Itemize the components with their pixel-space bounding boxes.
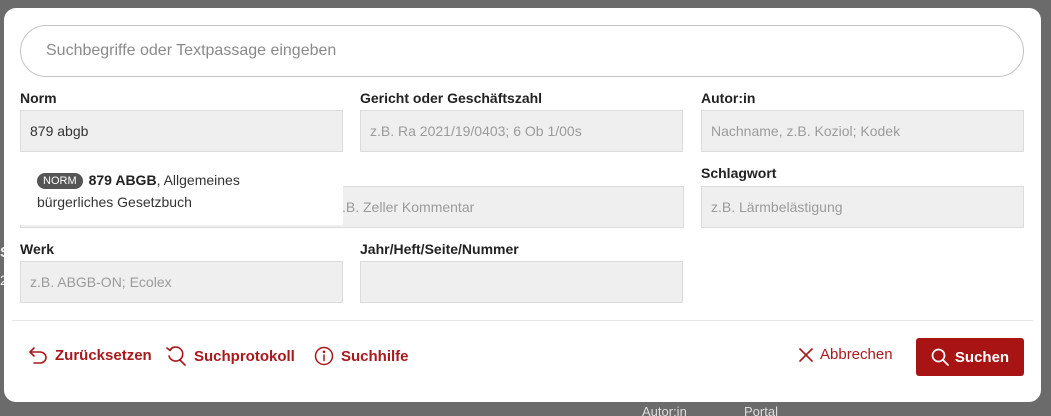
cancel-label: Abbrechen <box>820 346 893 363</box>
schlagwort-label: Schlagwort <box>701 165 777 181</box>
fulltext-search-bar[interactable] <box>20 25 1024 77</box>
search-icon <box>931 348 949 366</box>
fulltext-search-input[interactable] <box>46 42 1023 60</box>
reset-label: Zurücksetzen <box>55 346 152 364</box>
autor-field[interactable] <box>701 110 1024 152</box>
search-help-button[interactable]: Suchhilfe <box>314 346 409 366</box>
cancel-button[interactable]: Abbrechen <box>799 346 893 363</box>
background-autor-label: Autor:in <box>642 404 687 416</box>
search-button-label: Suchen <box>954 348 1010 366</box>
norm-badge: NORM <box>37 173 83 189</box>
reset-button[interactable]: Zurücksetzen <box>28 346 152 364</box>
norm-field[interactable] <box>20 110 343 152</box>
gericht-input[interactable] <box>370 123 682 139</box>
schlagwort-field[interactable] <box>701 186 1024 228</box>
schlagwort-input[interactable] <box>711 199 1023 215</box>
werk-field[interactable] <box>20 261 343 303</box>
advanced-search-modal: Norm Gericht oder Geschäftszahl Autor:in… <box>4 8 1041 402</box>
gericht-label: Gericht oder Geschäftszahl <box>360 90 543 106</box>
background-portal-label: Portal <box>744 404 778 416</box>
history-search-icon <box>166 346 186 366</box>
norm-label: Norm <box>20 90 57 106</box>
close-icon <box>799 347 813 362</box>
autor-input[interactable] <box>711 123 1023 139</box>
suggestion-text-line2: bürgerliches Gesetzbuch <box>37 194 192 210</box>
werk-label: Werk <box>20 241 54 257</box>
jahr-label: Jahr/Heft/Seite/Nummer <box>360 241 519 257</box>
undo-icon <box>29 347 47 364</box>
info-icon <box>314 346 334 366</box>
search-history-label: Suchprotokoll <box>194 347 295 365</box>
search-help-label: Suchhilfe <box>341 347 409 365</box>
autor-label: Autor:in <box>701 90 756 106</box>
norm-autocomplete-suggestion[interactable]: NORM 879 ABGB, Allgemeines bürgerliches G… <box>20 161 343 225</box>
search-button[interactable]: Suchen <box>916 338 1024 376</box>
suggestion-text: , Allgemeines <box>156 172 240 188</box>
suggestion-highlight: 879 ABGB <box>88 172 157 188</box>
jahr-field[interactable] <box>360 261 683 303</box>
norm-input[interactable] <box>30 123 342 139</box>
gericht-field[interactable] <box>360 110 683 152</box>
werk-input[interactable] <box>30 274 342 290</box>
jahr-input[interactable] <box>370 274 682 290</box>
search-history-button[interactable]: Suchprotokoll <box>166 346 295 366</box>
footer-divider <box>12 320 1033 321</box>
